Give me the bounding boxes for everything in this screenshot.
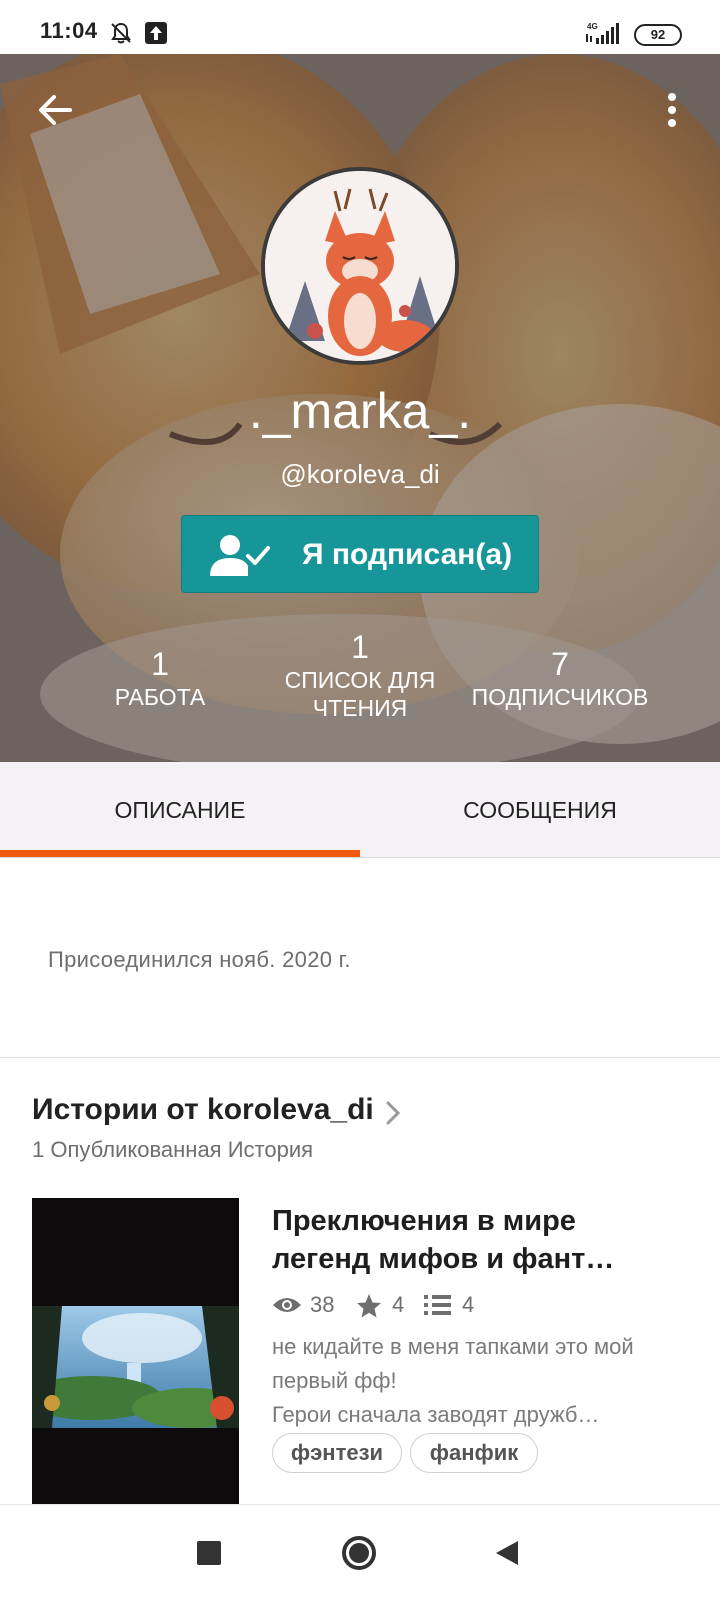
stat-followers[interactable]: 7 ПОДПИСЧИКОВ bbox=[460, 646, 660, 711]
chevron-right-icon[interactable] bbox=[384, 1100, 402, 1126]
system-nav-bar bbox=[0, 1504, 720, 1600]
stat-reading-lists-value: 1 bbox=[351, 629, 369, 665]
username: @koroleva_di bbox=[280, 459, 440, 489]
story-votes-count: 4 bbox=[392, 1292, 405, 1317]
stat-works-label: РАБОТА bbox=[114, 684, 206, 710]
story-description-line-1: не кидайте в меня тапками это мой первый… bbox=[272, 1334, 634, 1393]
story-parts-count: 4 bbox=[462, 1292, 475, 1317]
story-description-line-2: Герои сначала заводят дружб… bbox=[272, 1402, 600, 1427]
tag-fantasy[interactable]: фэнтези bbox=[272, 1433, 402, 1473]
follow-button-label: Я подписан(а) bbox=[302, 538, 513, 571]
tag-fanfic[interactable]: фанфик bbox=[410, 1433, 538, 1473]
star-icon bbox=[357, 1294, 381, 1318]
fox-avatar-image bbox=[265, 171, 455, 361]
tab-description[interactable]: ОПИСАНИЕ bbox=[0, 762, 360, 858]
status-bar: 11:04 4G 92 bbox=[0, 0, 720, 54]
story-title[interactable]: Преключения в мире легенд мифов и фант… bbox=[272, 1202, 672, 1278]
stat-reading-lists-label: СПИСОК ДЛЯ ЧТЕНИЯ bbox=[284, 667, 436, 721]
bell-off-icon bbox=[110, 22, 132, 44]
section-divider bbox=[0, 1057, 720, 1058]
stories-section-title[interactable]: Истории от koroleva_di bbox=[32, 1093, 374, 1127]
stat-followers-value: 7 bbox=[551, 646, 569, 682]
nav-back-icon[interactable] bbox=[494, 1539, 520, 1567]
upload-notification-icon bbox=[145, 22, 167, 44]
story-description: не кидайте в меня тапками это мой первый… bbox=[272, 1330, 652, 1432]
eye-icon bbox=[273, 1298, 301, 1312]
status-time: 11:04 bbox=[40, 18, 98, 43]
user-check-icon bbox=[210, 534, 270, 578]
story-reads-count: 38 bbox=[310, 1292, 335, 1317]
network-type-label: 4G bbox=[587, 22, 598, 31]
battery-icon: 92 bbox=[634, 24, 682, 46]
story-cover-image[interactable] bbox=[32, 1198, 239, 1504]
active-tab-indicator bbox=[0, 850, 360, 857]
stories-count: 1 Опубликованная История bbox=[32, 1137, 314, 1162]
stat-reading-lists[interactable]: 1 СПИСОК ДЛЯ ЧТЕНИЯ bbox=[270, 629, 450, 722]
profile-header: ._marka_. @koroleva_di Я подписан(а) 1 Р… bbox=[0, 54, 720, 762]
stat-works[interactable]: 1 РАБОТА bbox=[100, 646, 220, 711]
stat-followers-label: ПОДПИСЧИКОВ bbox=[471, 684, 649, 710]
joined-date: Присоединился нояб. 2020 г. bbox=[48, 947, 351, 972]
follow-button[interactable]: Я подписан(а) bbox=[181, 515, 539, 593]
tab-messages[interactable]: СООБЩЕНИЯ bbox=[360, 762, 720, 858]
signal-icon: 4G bbox=[584, 20, 624, 46]
stat-works-value: 1 bbox=[151, 646, 169, 682]
list-icon bbox=[424, 1295, 451, 1315]
display-name: ._marka_. bbox=[248, 383, 472, 439]
home-icon[interactable] bbox=[341, 1535, 377, 1571]
more-options-icon[interactable] bbox=[660, 90, 684, 130]
avatar bbox=[261, 167, 459, 365]
story-card[interactable]: Преключения в мире легенд мифов и фант… … bbox=[32, 1198, 692, 1504]
profile-tabs: ОПИСАНИЕ СООБЩЕНИЯ bbox=[0, 762, 720, 858]
back-arrow-icon[interactable] bbox=[36, 90, 76, 130]
recent-apps-icon[interactable] bbox=[197, 1541, 221, 1565]
